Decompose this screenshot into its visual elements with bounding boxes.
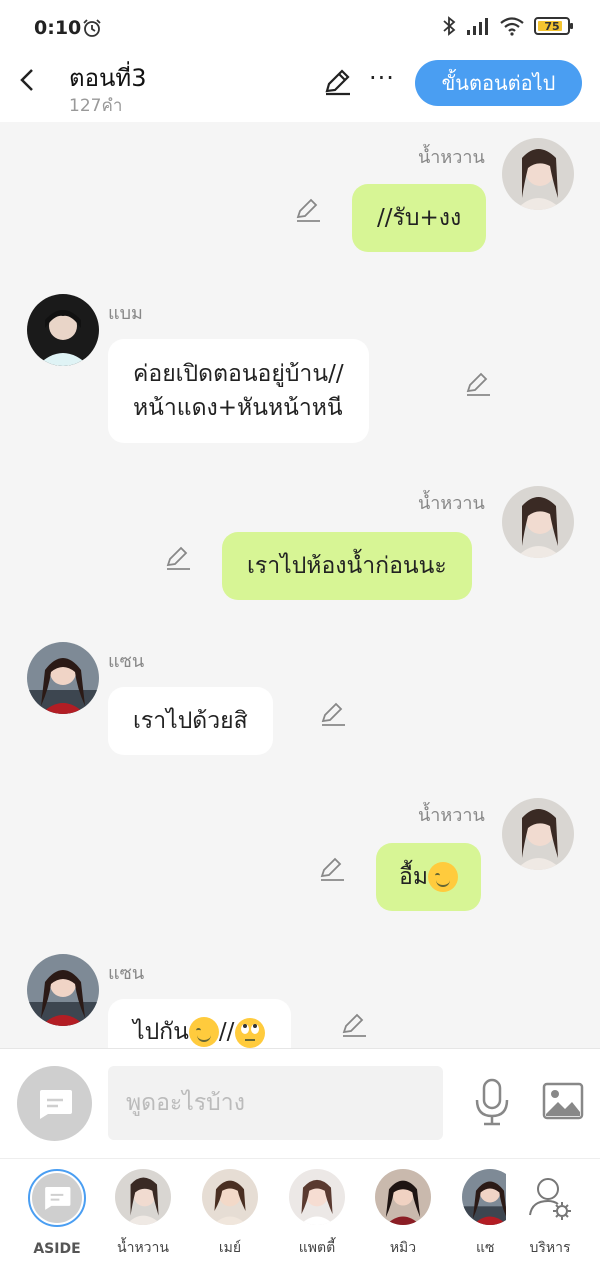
- character-aside[interactable]: ASIDE: [17, 1169, 97, 1257]
- character-label: บริหาร: [529, 1240, 571, 1256]
- avatar[interactable]: [502, 486, 574, 558]
- message-line: ค่อยเปิดตอนอยู่บ้าน//: [133, 361, 344, 387]
- battery-icon: 75: [534, 17, 573, 35]
- smile-emoji: [188, 1017, 219, 1047]
- message-input[interactable]: [108, 1066, 443, 1140]
- alarm-icon: [83, 19, 101, 37]
- avatar: [289, 1169, 345, 1225]
- avatar[interactable]: [27, 954, 99, 1026]
- character-label: หมิว: [389, 1240, 417, 1256]
- status-icons: 75: [442, 16, 573, 36]
- bluetooth-icon: [443, 16, 456, 36]
- pencil-icon[interactable]: [318, 855, 346, 883]
- speaker-name: น้ำหวาน: [418, 147, 485, 168]
- pencil-icon[interactable]: [319, 700, 347, 728]
- message-text: ไปกัน: [133, 1019, 189, 1045]
- app-header: ตอนที่3 127คำ ··· ขั้นตอนต่อไป: [0, 56, 600, 122]
- character-label: เมย์: [218, 1240, 242, 1256]
- chat-area[interactable]: น้ำหวาน //รับ+งง แบม ค่อยเปิดตอนอยู่บ้าน…: [0, 122, 600, 1048]
- speaker-name: แซน: [108, 651, 145, 672]
- speaker-name: น้ำหวาน: [418, 805, 485, 826]
- pencil-icon[interactable]: [164, 544, 192, 572]
- message-bubble[interactable]: //รับ+งง: [352, 184, 487, 252]
- avatar[interactable]: [27, 294, 99, 366]
- chat-bubble-icon: [39, 1089, 72, 1119]
- character-label: น้ำหวาน: [117, 1240, 169, 1256]
- character-bar: ASIDE น้ำหวาน เมย์ แพตตี้ หมิว แซ บริหาร: [0, 1158, 600, 1267]
- chat-bubble-icon: [45, 1186, 71, 1210]
- avatar: [202, 1169, 258, 1225]
- signal-icon: [467, 18, 488, 35]
- speaker-name: แบม: [108, 303, 143, 324]
- manage-user-icon: [529, 1178, 571, 1220]
- character-label: แซ: [476, 1240, 495, 1256]
- avatar[interactable]: [502, 138, 574, 210]
- message-bubble[interactable]: ไปกัน //: [108, 999, 292, 1048]
- wifi-icon: [500, 17, 524, 36]
- edit-icon[interactable]: [322, 67, 352, 97]
- word-count: 127คำ: [69, 96, 123, 116]
- status-bar: 0:10 75: [0, 0, 600, 56]
- speaker-name: น้ำหวาน: [418, 493, 485, 514]
- pencil-icon[interactable]: [340, 1011, 368, 1039]
- composer: [0, 1048, 600, 1158]
- battery-level: 75: [544, 19, 560, 33]
- aside-toggle-button[interactable]: [17, 1066, 92, 1141]
- eye-roll-emoji: [235, 1018, 266, 1048]
- character-item[interactable]: แซ: [450, 1169, 506, 1259]
- image-icon[interactable]: [542, 1082, 584, 1120]
- character-item[interactable]: หมิว: [363, 1169, 443, 1259]
- message-text: //: [218, 1019, 235, 1045]
- avatar: [462, 1169, 506, 1225]
- message-text: อื้ม: [399, 864, 428, 890]
- character-item[interactable]: น้ำหวาน: [103, 1169, 183, 1259]
- character-item[interactable]: เมย์: [190, 1169, 270, 1259]
- back-icon[interactable]: [14, 66, 42, 94]
- character-label: แพตตี้: [298, 1240, 336, 1256]
- pencil-icon[interactable]: [294, 196, 322, 224]
- avatar[interactable]: [27, 642, 99, 714]
- avatar: [115, 1169, 171, 1225]
- message-line: หน้าแดง+หันหน้าหนี: [133, 395, 343, 421]
- manage-characters-button[interactable]: บริหาร: [510, 1169, 590, 1259]
- smile-emoji: [427, 862, 458, 892]
- avatar: [375, 1169, 431, 1225]
- character-item[interactable]: แพตตี้: [277, 1169, 357, 1259]
- speaker-name: แซน: [108, 963, 145, 984]
- message-bubble[interactable]: อื้ม: [376, 843, 481, 911]
- more-icon[interactable]: ···: [369, 64, 395, 92]
- avatar[interactable]: [502, 798, 574, 870]
- message-bubble[interactable]: เราไปด้วยสิ: [108, 687, 273, 755]
- mic-icon[interactable]: [472, 1078, 512, 1126]
- character-label: ASIDE: [33, 1241, 81, 1257]
- aside-avatar: [28, 1169, 86, 1227]
- status-time: 0:10: [34, 17, 82, 39]
- pencil-icon[interactable]: [464, 370, 492, 398]
- message-bubble[interactable]: เราไปห้องน้ำก่อนนะ: [222, 532, 472, 600]
- next-step-button[interactable]: ขั้นตอนต่อไป: [415, 60, 582, 106]
- message-bubble[interactable]: ค่อยเปิดตอนอยู่บ้าน// หน้าแดง+หันหน้าหนี: [108, 339, 369, 443]
